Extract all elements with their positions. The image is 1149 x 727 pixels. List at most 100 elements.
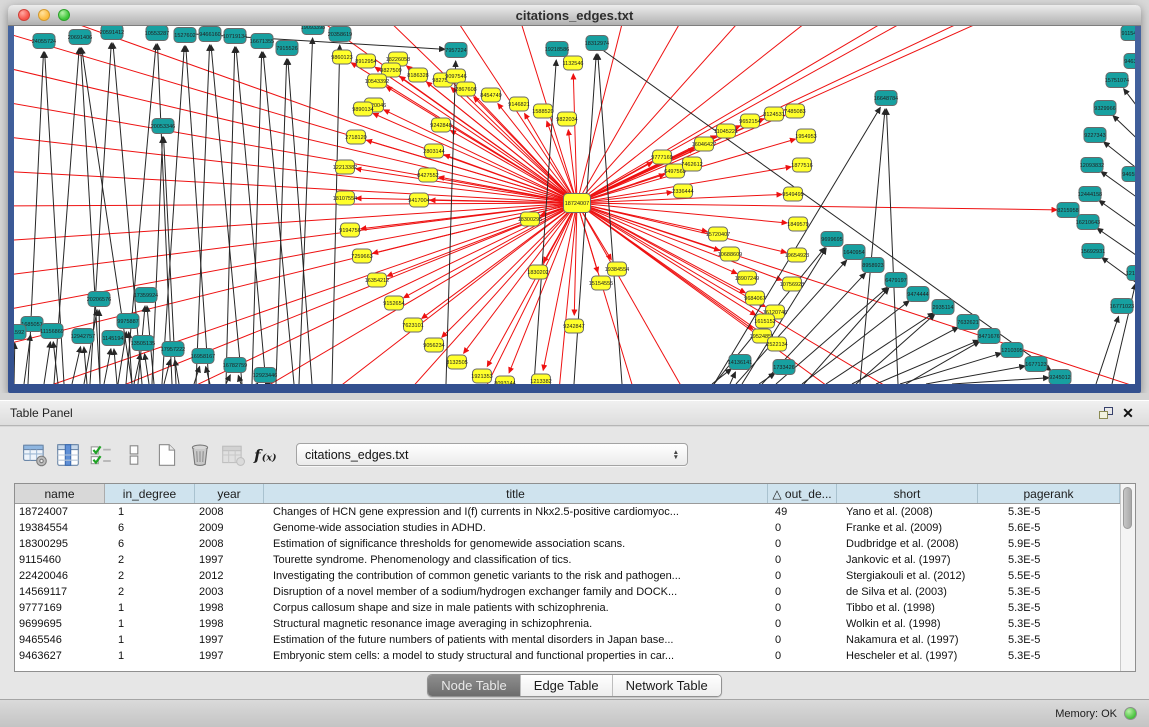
column-header-out_de[interactable]: △ out_de... bbox=[768, 484, 837, 503]
network-node[interactable]: 2336444 bbox=[672, 184, 693, 198]
network-node[interactable]: 1640954 bbox=[843, 245, 865, 260]
minimize-window-icon[interactable] bbox=[38, 9, 50, 21]
network-node[interactable]: 16046427 bbox=[692, 137, 716, 151]
network-node[interactable]: 1527602 bbox=[174, 28, 196, 43]
network-node[interactable]: 9056234 bbox=[423, 338, 444, 352]
network-node[interactable]: 9152654 bbox=[383, 296, 404, 310]
network-node[interactable]: 1588520 bbox=[532, 104, 553, 118]
table-row[interactable]: 946362711997Embryonic stem cells: a mode… bbox=[15, 648, 1120, 664]
network-node[interactable]: 9465546 bbox=[1122, 167, 1135, 182]
network-node[interactable]: 1677123 bbox=[1025, 357, 1047, 372]
network-node[interactable]: 6479197 bbox=[885, 273, 907, 288]
network-node[interactable]: 16771023 bbox=[1110, 299, 1134, 314]
network-node[interactable]: 24055724 bbox=[32, 34, 56, 49]
network-node[interactable]: 7259663 bbox=[351, 249, 372, 263]
table-scrollbar[interactable] bbox=[1120, 484, 1135, 671]
column-header-year[interactable]: year bbox=[195, 484, 264, 503]
network-node[interactable]: 1733426 bbox=[773, 360, 795, 375]
network-node[interactable]: 9146821 bbox=[508, 97, 529, 111]
float-panel-icon[interactable] bbox=[1095, 404, 1117, 422]
network-node[interactable]: 15692931 bbox=[1081, 244, 1105, 259]
close-panel-icon[interactable]: ✕ bbox=[1117, 404, 1139, 422]
new-document-icon[interactable] bbox=[152, 441, 182, 469]
network-node[interactable]: 10756928 bbox=[780, 277, 804, 291]
network-node[interactable]: 9975887 bbox=[117, 314, 139, 329]
network-node[interactable]: 19384554 bbox=[605, 262, 629, 276]
network-node[interactable]: 19654923 bbox=[785, 248, 809, 262]
network-node[interactable]: 8186328 bbox=[407, 68, 428, 82]
table-row[interactable]: 911546021997Tourette syndrome. Phenomeno… bbox=[15, 552, 1120, 568]
network-node[interactable]: 2522134 bbox=[766, 337, 787, 351]
network-node[interactable]: 12923446 bbox=[253, 368, 277, 383]
network-node[interactable]: 13505135 bbox=[131, 336, 155, 351]
network-node[interactable]: 1213382 bbox=[530, 374, 551, 384]
network-node[interactable]: 12942757 bbox=[71, 329, 95, 344]
network-node[interactable]: 9466160 bbox=[199, 27, 221, 42]
network-node[interactable]: 1849579 bbox=[787, 217, 808, 231]
network-node[interactable]: 1132546 bbox=[562, 56, 583, 70]
network-node[interactable]: 7957224 bbox=[445, 43, 467, 58]
network-node[interactable]: 10719134 bbox=[223, 29, 247, 44]
delete-table-icon[interactable] bbox=[218, 441, 248, 469]
network-node[interactable]: 9417004 bbox=[408, 193, 429, 207]
network-node[interactable]: 1615152 bbox=[754, 314, 775, 328]
network-node[interactable]: 8093144 bbox=[494, 376, 515, 384]
scrollbar-thumb[interactable] bbox=[1123, 487, 1132, 529]
network-node[interactable]: 7915526 bbox=[276, 41, 298, 56]
network-node[interactable]: 11045221 bbox=[714, 124, 738, 138]
network-node[interactable]: 16354212 bbox=[365, 273, 389, 287]
network-node[interactable]: 8471676 bbox=[978, 329, 1000, 344]
network-node[interactable]: 9777169 bbox=[651, 150, 672, 164]
network-node[interactable]: 10553287 bbox=[145, 26, 169, 41]
table-row[interactable]: 1456911722003Disruption of a novel membe… bbox=[15, 584, 1120, 600]
network-node[interactable]: 7632621 bbox=[957, 315, 979, 330]
table-row[interactable]: 1872400712008Changes of HCN gene express… bbox=[15, 504, 1120, 520]
delete-trash-icon[interactable] bbox=[185, 441, 215, 469]
rows-icon[interactable] bbox=[119, 441, 149, 469]
network-node[interactable]: 9242848 bbox=[430, 118, 451, 132]
network-node[interactable]: 18107554 bbox=[333, 191, 357, 205]
network-node[interactable]: 7485083 bbox=[784, 104, 805, 118]
network-node[interactable]: 10688609 bbox=[718, 247, 742, 261]
network-node[interactable]: 17359924 bbox=[134, 288, 158, 303]
table-column-icon[interactable] bbox=[53, 441, 83, 469]
network-node[interactable]: 12093832 bbox=[1080, 158, 1104, 173]
table-row[interactable]: 946554611997Estimation of the future num… bbox=[15, 632, 1120, 648]
tab-node-table[interactable]: Node Table bbox=[428, 675, 520, 696]
network-node[interactable]: 15154555 bbox=[589, 276, 613, 290]
network-node[interactable]: 10543392 bbox=[365, 74, 389, 88]
network-node[interactable]: 391592 bbox=[14, 325, 26, 340]
network-node[interactable]: 20358619 bbox=[328, 27, 352, 42]
network-node[interactable]: 16210643 bbox=[1076, 215, 1100, 230]
network-node[interactable]: 16782759 bbox=[223, 358, 247, 373]
network-node[interactable]: 16648784 bbox=[874, 91, 898, 106]
column-header-short[interactable]: short bbox=[837, 484, 978, 503]
network-node[interactable]: 12444158 bbox=[1078, 187, 1102, 202]
network-node[interactable]: 9652154 bbox=[739, 114, 760, 128]
network-node[interactable]: 12213382 bbox=[333, 160, 357, 174]
column-header-name[interactable]: name bbox=[15, 484, 105, 503]
network-node[interactable]: 9699695 bbox=[821, 232, 843, 247]
network-node[interactable]: 8132505 bbox=[446, 355, 467, 369]
network-node[interactable]: 9227343 bbox=[1084, 128, 1106, 143]
network-node[interactable]: 15720407 bbox=[706, 227, 730, 241]
select-columns-icon[interactable] bbox=[86, 441, 116, 469]
network-node[interactable]: 2718120 bbox=[345, 130, 366, 144]
network-node[interactable]: 9684067 bbox=[744, 291, 765, 305]
network-node[interactable]: 16958167 bbox=[191, 349, 215, 364]
network-node[interactable]: 9549495 bbox=[782, 187, 803, 201]
network-node[interactable]: 11156869 bbox=[40, 324, 64, 339]
column-header-pagerank[interactable]: pagerank bbox=[978, 484, 1120, 503]
network-node[interactable]: 8427552 bbox=[417, 168, 438, 182]
network-node[interactable]: 8912954 bbox=[355, 54, 376, 68]
network-node[interactable]: 9242847 bbox=[563, 319, 584, 333]
panel-divider[interactable] bbox=[0, 393, 1149, 400]
close-window-icon[interactable] bbox=[18, 9, 30, 21]
network-node[interactable]: 9890134 bbox=[352, 102, 373, 116]
network-node[interactable]: 8454749 bbox=[480, 88, 501, 102]
network-node[interactable]: 9245012 bbox=[1049, 370, 1071, 385]
window-titlebar[interactable]: citations_edges.txt bbox=[8, 5, 1141, 26]
network-node[interactable]: 9097546 bbox=[445, 69, 466, 83]
network-node[interactable]: 20206576 bbox=[87, 292, 111, 307]
network-node[interactable]: 1921353 bbox=[471, 369, 492, 383]
